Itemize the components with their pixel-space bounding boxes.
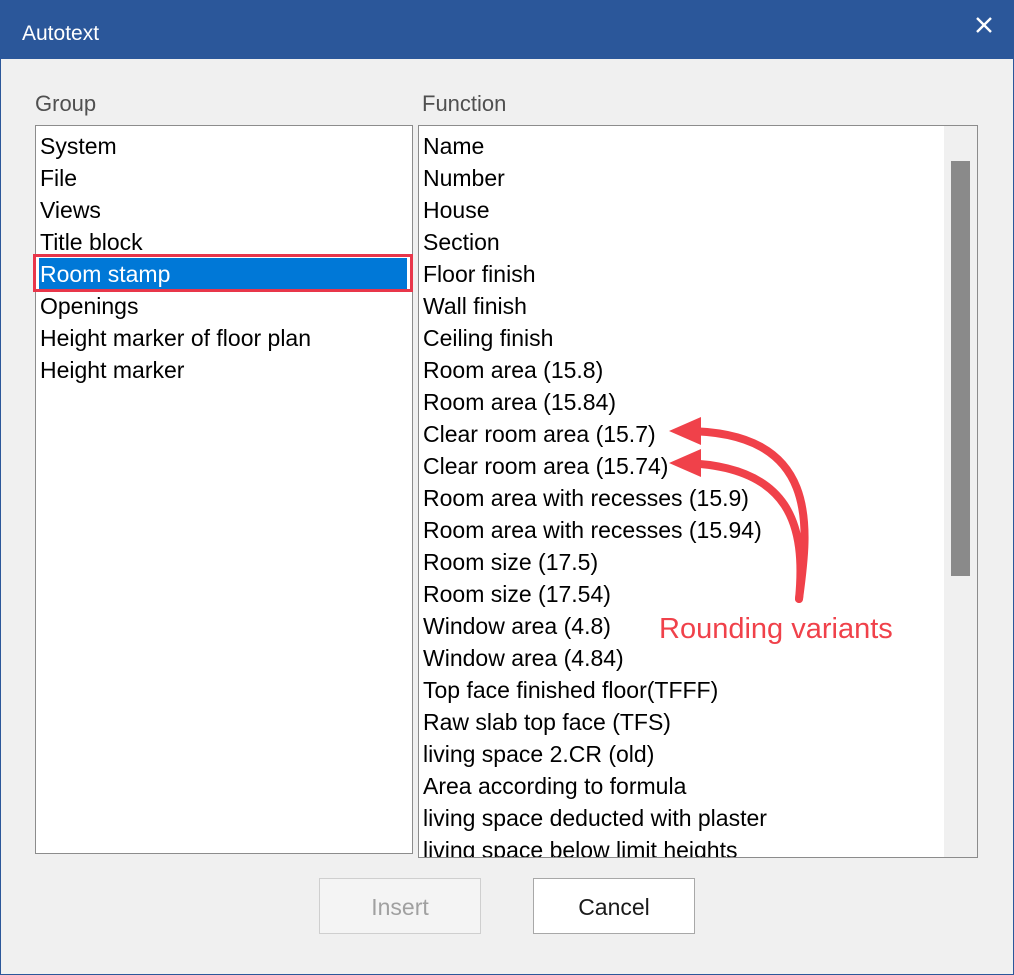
group-item[interactable]: System	[39, 130, 117, 162]
function-item[interactable]: Name	[422, 130, 484, 162]
group-item[interactable]: Views	[39, 194, 101, 226]
function-item[interactable]: Window area (4.84)	[422, 642, 624, 674]
group-item[interactable]: Height marker of floor plan	[39, 322, 311, 354]
scroll-thumb[interactable]	[951, 161, 970, 576]
function-item[interactable]: Room area (15.8)	[422, 354, 603, 386]
rounding-variants-annotation: Rounding variants	[659, 613, 893, 645]
group-listbox[interactable]: System File Views Title block Room stamp Open…	[35, 125, 413, 854]
function-item[interactable]: Room area (15.84)	[422, 386, 616, 418]
function-item[interactable]: living space 2.CR (old)	[422, 738, 654, 770]
function-item[interactable]: living space below limit heights	[422, 834, 738, 857]
function-scrollbar[interactable]	[944, 126, 977, 857]
function-item[interactable]: Clear room area (15.7)	[422, 418, 656, 450]
function-item[interactable]: Window area (4.8)	[422, 610, 611, 642]
function-item[interactable]: Room size (17.5)	[422, 546, 598, 578]
function-listbox[interactable]: Name Number House Section Floor finish Wall f…	[418, 125, 978, 858]
autotext-dialog: Autotext Group Function System File Views T…	[0, 0, 1014, 975]
function-item[interactable]: Ceiling finish	[422, 322, 553, 354]
cancel-button[interactable]: Cancel	[533, 878, 695, 934]
title-bar: Autotext	[1, 1, 1013, 59]
close-icon	[976, 17, 992, 33]
window-title: Autotext	[22, 22, 100, 45]
group-label: Group	[35, 91, 97, 116]
function-item[interactable]: House	[422, 194, 489, 226]
group-item[interactable]: Room stamp	[39, 258, 407, 290]
group-item[interactable]: Title block	[39, 226, 143, 258]
function-item[interactable]: Top face finished floor(TFFF)	[422, 674, 718, 706]
function-item[interactable]: Room area with recesses (15.9)	[422, 482, 749, 514]
function-item[interactable]: Floor finish	[422, 258, 535, 290]
function-item[interactable]: Number	[422, 162, 505, 194]
function-item[interactable]: Wall finish	[422, 290, 527, 322]
function-item[interactable]: Area according to formula	[422, 770, 686, 802]
function-item[interactable]: Section	[422, 226, 500, 258]
group-item[interactable]: File	[39, 162, 77, 194]
function-label: Function	[422, 91, 507, 116]
function-item[interactable]: Raw slab top face (TFS)	[422, 706, 671, 738]
function-item[interactable]: Room area with recesses (15.94)	[422, 514, 762, 546]
function-item[interactable]: Clear room area (15.74)	[422, 450, 668, 482]
function-item[interactable]: Room size (17.54)	[422, 578, 611, 610]
function-item[interactable]: living space deducted with plaster	[422, 802, 767, 834]
group-item[interactable]: Openings	[39, 290, 138, 322]
insert-button[interactable]: Insert	[319, 878, 481, 934]
close-button[interactable]	[969, 10, 999, 40]
group-item[interactable]: Height marker	[39, 354, 184, 386]
